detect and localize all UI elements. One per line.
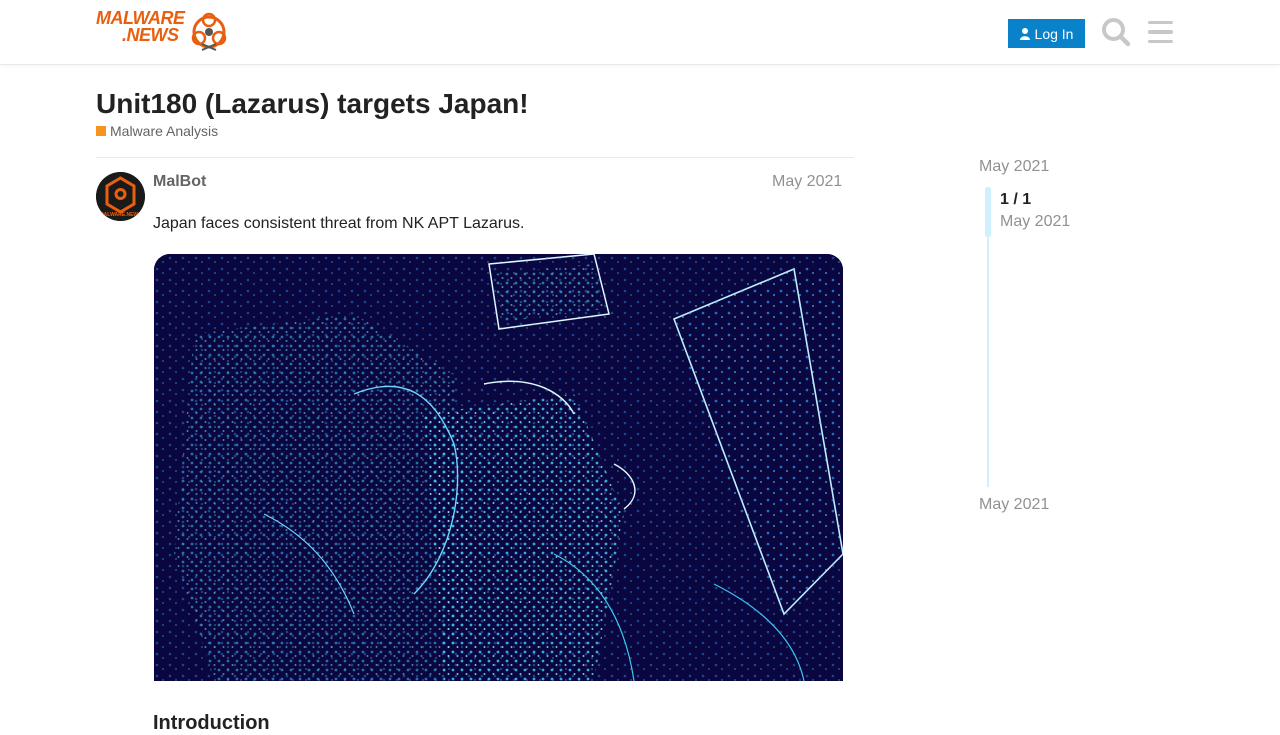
logo-wordmark: MALWARE .NEWS [96, 9, 185, 45]
keyboard-photo [154, 254, 843, 681]
avatar-image: MALWARE.NEWS [96, 172, 145, 221]
post-date[interactable]: May 2021 [772, 173, 842, 191]
post-image[interactable] [154, 254, 843, 681]
timeline-scroll-handle[interactable] [985, 187, 991, 237]
user-icon [1019, 27, 1030, 40]
timeline-start-date[interactable]: May 2021 [979, 158, 1049, 176]
logo-line2: .NEWS [122, 25, 179, 45]
login-button[interactable]: Log In [1008, 19, 1085, 48]
site-header: MALWARE .NEWS Log In [0, 0, 1280, 65]
hamburger-menu-icon [1148, 20, 1173, 25]
search-icon [1102, 18, 1131, 47]
avatar[interactable]: MALWARE.NEWS [96, 172, 145, 221]
site-logo[interactable]: MALWARE .NEWS [96, 9, 228, 54]
login-label: Log In [1034, 25, 1074, 42]
avatar-text: MALWARE.NEWS [100, 212, 143, 218]
hamburger-line [1148, 39, 1173, 44]
biohazard-icon [191, 12, 227, 51]
search-button[interactable] [1100, 16, 1132, 48]
timeline-position: 1 / 1 [1000, 191, 1032, 208]
hamburger-menu-button[interactable] [1146, 16, 1176, 48]
timeline-track[interactable] [987, 237, 989, 487]
topic-title[interactable]: Unit180 (Lazarus) targets Japan! [96, 88, 529, 120]
post-author[interactable]: MalBot [153, 173, 206, 191]
category-badge[interactable]: Malware Analysis [96, 123, 218, 139]
category-label: Malware Analysis [110, 123, 219, 139]
timeline-end-date[interactable]: May 2021 [979, 496, 1049, 514]
section-heading: Introduction [153, 712, 270, 734]
post-body: Japan faces consistent threat from NK AP… [153, 215, 525, 232]
timeline-position-date: May 2021 [1000, 213, 1071, 230]
hamburger-line [1148, 30, 1173, 34]
title-divider [96, 157, 854, 158]
category-color-square [96, 126, 106, 136]
